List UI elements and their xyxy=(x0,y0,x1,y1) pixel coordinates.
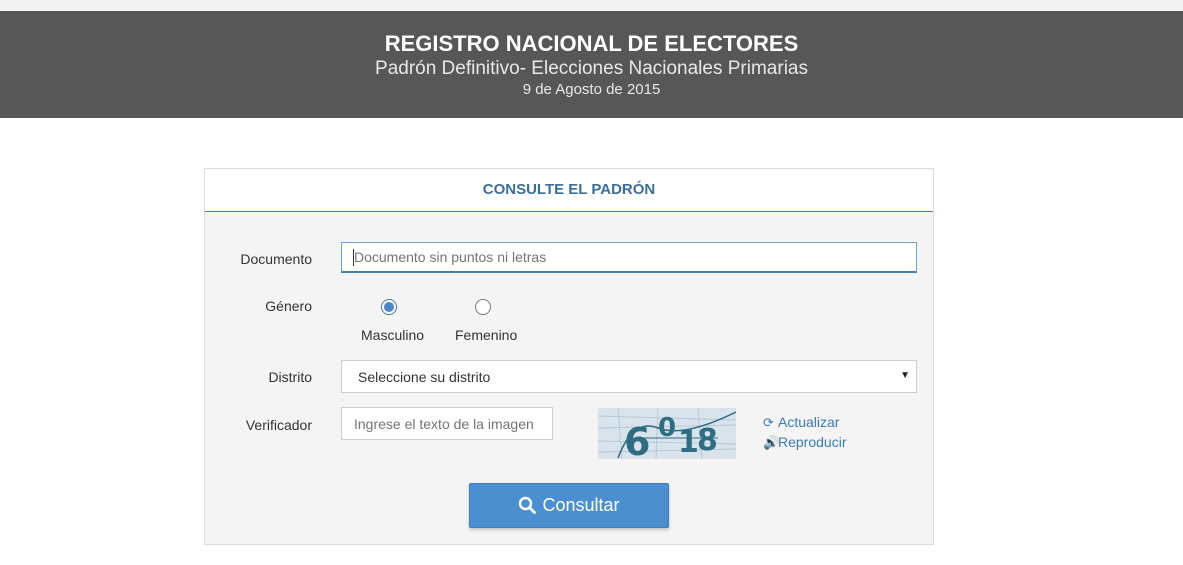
verificador-input[interactable] xyxy=(341,407,553,440)
radio-masculino-label[interactable]: Masculino xyxy=(361,327,424,343)
election-date: 9 de Agosto de 2015 xyxy=(522,81,661,98)
search-panel: CONSULTE EL PADRÓN Documento Género Masc… xyxy=(204,168,934,545)
consultar-label: Consultar xyxy=(542,495,620,515)
speaker-icon: 🔊 xyxy=(763,435,780,450)
browser-top-strip xyxy=(0,0,1183,11)
text-cursor xyxy=(353,249,354,266)
search-icon xyxy=(519,496,537,514)
genero-label: Género xyxy=(265,298,312,314)
verificador-label: Verificador xyxy=(245,417,312,433)
caret-down-icon: ▼ xyxy=(900,370,910,381)
page-subtitle: Padrón Definitivo- Elecciones Nacionales… xyxy=(375,58,808,79)
distrito-label: Distrito xyxy=(268,369,312,385)
documento-label: Documento xyxy=(240,251,312,267)
page-header: REGISTRO NACIONAL DE ELECTORES Padrón De… xyxy=(0,11,1183,118)
captcha-char-8: 8 xyxy=(697,423,718,458)
captcha-graphic: 6 0 1 8 xyxy=(598,408,736,459)
distrito-select[interactable]: Seleccione su distrito ▼ xyxy=(341,360,917,393)
radio-femenino-label[interactable]: Femenino xyxy=(455,327,517,343)
page-title: REGISTRO NACIONAL DE ELECTORES xyxy=(384,31,799,56)
panel-title: CONSULTE EL PADRÓN xyxy=(482,181,656,198)
radio-masculino[interactable] xyxy=(381,299,397,315)
refresh-captcha-link[interactable]: ⟳ Actualizar xyxy=(763,414,839,431)
captcha-image: 6 0 1 8 xyxy=(598,408,736,459)
distrito-selected-value: Seleccione su distrito xyxy=(358,369,491,385)
play-captcha-link[interactable]: 🔊Reproducir xyxy=(763,434,846,451)
radio-femenino[interactable] xyxy=(475,299,491,315)
consultar-button[interactable]: Consultar xyxy=(469,483,669,528)
refresh-icon: ⟳ xyxy=(763,415,774,430)
panel-header: CONSULTE EL PADRÓN xyxy=(205,169,933,212)
refresh-label: Actualizar xyxy=(778,414,840,430)
play-label: Reproducir xyxy=(778,434,847,450)
documento-input[interactable] xyxy=(341,242,917,273)
